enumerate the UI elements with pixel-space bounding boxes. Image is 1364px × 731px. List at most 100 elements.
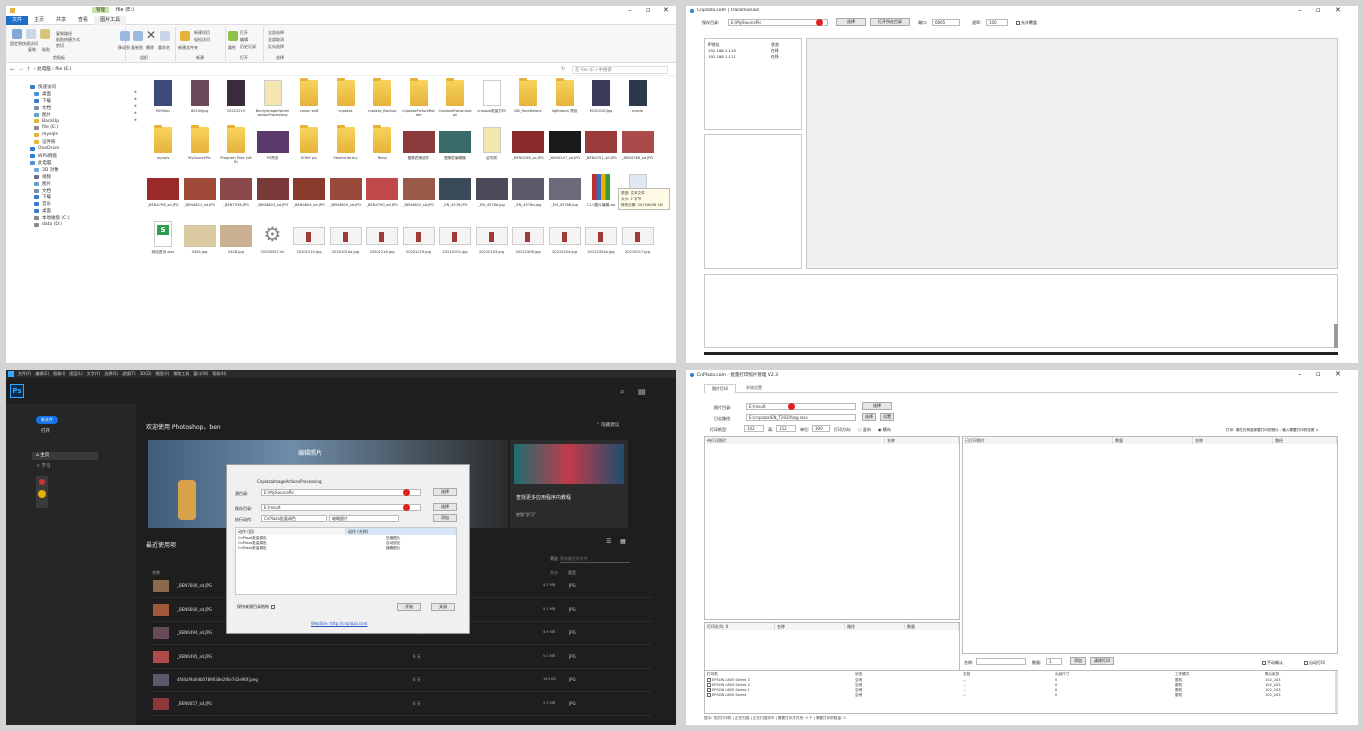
file-item[interactable]: 0426.jpg <box>183 221 217 265</box>
open-button[interactable]: 打开 <box>41 428 50 434</box>
log-set-button[interactable]: 设置 <box>880 413 894 421</box>
file-item[interactable]: _BEN4751_sd.JPG <box>584 127 618 171</box>
file-item[interactable]: _BEN4821_sd.JPG <box>183 174 217 218</box>
up-icon[interactable]: ↑ <box>26 66 31 73</box>
menu-item[interactable]: 文件(F) <box>18 370 31 378</box>
auto-print-option[interactable]: 自动打印 <box>1304 660 1325 666</box>
sidebar-item-learn[interactable]: ☼ 学习 <box>32 463 50 469</box>
speed-input[interactable]: 100 <box>986 19 1008 26</box>
paper-height-input[interactable]: 152 <box>776 425 796 432</box>
menu-item[interactable]: 窗口(W) <box>193 370 208 378</box>
printer-list-scrollbar[interactable] <box>1335 671 1338 713</box>
nav-item[interactable]: data (D:) <box>34 222 62 227</box>
file-item[interactable]: MySourcePic <box>183 125 217 171</box>
tab-file[interactable]: 文件 <box>6 15 29 25</box>
go-learn-link[interactable]: 转到"学习" <box>516 512 536 518</box>
back-icon[interactable]: ← <box>10 66 15 73</box>
nav-item[interactable]: 文档 <box>34 105 51 111</box>
minimize-icon[interactable]: – <box>628 6 632 14</box>
printer-row[interactable]: EPSON L805 Series <box>707 693 746 698</box>
action-group-cell[interactable]: CnPlaza批量调色 <box>238 546 267 551</box>
nav-item[interactable]: 本地磁盘 (C:) <box>34 215 70 221</box>
nav-item[interactable]: file (E:) <box>34 125 58 130</box>
grid-view-icon[interactable]: ▦ <box>620 538 626 545</box>
menu-item[interactable]: 帮助(H) <box>212 370 226 378</box>
invert-selection-label[interactable]: 反向选择 <box>268 44 284 50</box>
file-item[interactable]: 20201216.jpg <box>365 221 399 265</box>
filter-input[interactable]: 筛选最近的文件 <box>560 556 630 563</box>
menu-item[interactable]: 3D(D) <box>140 370 152 378</box>
file-item[interactable]: cnplaza <box>329 78 363 124</box>
pin-icon[interactable] <box>12 29 22 39</box>
nav-item[interactable]: 图片 <box>34 181 51 187</box>
nav-item[interactable]: OneDrive <box>30 146 59 151</box>
log-select-button[interactable]: 选择 <box>862 413 876 421</box>
properties-icon[interactable] <box>228 31 238 41</box>
file-item[interactable]: lightroom 预设 <box>548 78 582 124</box>
new-item-label[interactable]: 新建项目 <box>194 30 210 36</box>
src-input[interactable]: E:\MySourcePic <box>261 489 421 496</box>
paper-width-input[interactable]: 102 <box>744 425 764 432</box>
file-item[interactable]: _BEN4788_sd.JPG <box>621 127 655 171</box>
cut-label[interactable]: 剪切 <box>56 43 64 49</box>
menu-item[interactable]: 文字(Y) <box>87 370 101 378</box>
close-button[interactable]: 关闭 <box>431 603 455 611</box>
file-item[interactable]: _BEN0247_sd.JPG <box>548 127 582 171</box>
nav-item[interactable]: 文档 <box>34 188 51 194</box>
list-view-icon[interactable]: ☰ <box>606 538 611 545</box>
dst-select-button[interactable]: 选择 <box>433 503 457 511</box>
nav-item[interactable]: 桌面 <box>34 208 51 214</box>
file-item[interactable]: SONY pic <box>292 125 326 171</box>
file-item[interactable]: M100100jpg <box>584 80 618 124</box>
dpi-input[interactable]: 300 <box>812 425 830 432</box>
menu-item[interactable]: 编辑(E) <box>35 370 49 378</box>
file-item[interactable]: 20201219 <box>219 80 253 124</box>
file-item[interactable]: _BEN4790_sd.JPG <box>365 174 399 218</box>
file-item[interactable]: 80100jpg <box>183 80 217 124</box>
file-item[interactable]: _EN_4578B.jpg <box>548 174 582 218</box>
client-ip[interactable]: 192.168.1.111 <box>708 54 736 59</box>
hide-suggestions-link[interactable]: ⌃ 隐藏建议 <box>596 422 619 428</box>
minimize-icon[interactable]: – <box>1298 370 1302 378</box>
sidebar-item-home[interactable]: ⌂ 主页 <box>32 452 98 460</box>
file-item[interactable]: PS预设 <box>256 127 290 171</box>
file-item[interactable]: movie <box>621 80 655 124</box>
search-input[interactable]: 在 file (E:) 中搜索 <box>572 66 668 74</box>
file-item[interactable]: cnplaza_Backup <box>365 78 399 124</box>
file-item[interactable]: _BEN4798_sd.JPG <box>146 174 180 218</box>
file-item[interactable]: mysqls <box>146 125 180 171</box>
rename-icon[interactable] <box>160 31 170 41</box>
overwrite-option[interactable]: 允许覆盖 <box>1016 20 1037 26</box>
nav-item[interactable]: 音乐 <box>34 201 51 207</box>
file-item[interactable]: 0428.jpg <box>219 221 253 265</box>
file-item[interactable]: canon soft <box>292 78 326 124</box>
file-item[interactable]: 20210308.jpg <box>511 221 545 265</box>
tab-picture-tools[interactable]: 图片工具 <box>94 15 127 25</box>
keep-structure-option[interactable]: 保持来源目录结构 <box>237 604 276 610</box>
tab-settings[interactable]: 系统设置 <box>738 384 770 393</box>
nav-item[interactable]: 此电脑 <box>30 160 52 166</box>
add-action-button[interactable]: 添加 <box>433 514 457 522</box>
tutorial-card[interactable]: 查找更多应用程序内教程 转到"学习" <box>510 440 628 528</box>
manual-confirm-checkbox[interactable] <box>1262 661 1266 665</box>
nav-item[interactable]: 图片 <box>34 112 51 118</box>
manual-confirm-option[interactable]: 手动确认 <box>1262 660 1283 666</box>
file-item[interactable]: 图像匠编辑器 <box>438 127 472 171</box>
copy-icon[interactable] <box>26 29 36 39</box>
printer-checkbox[interactable] <box>707 678 711 682</box>
paste-icon[interactable] <box>40 29 50 39</box>
file-item[interactable]: _BEN7536.JPG <box>219 174 253 218</box>
move-to-icon[interactable] <box>120 31 130 41</box>
file-item[interactable]: DB_FaceDetect <box>511 78 545 124</box>
close-icon[interactable]: ✕ <box>1335 6 1341 14</box>
file-item[interactable]: 20210103.jpg <box>475 221 509 265</box>
action-name-select[interactable]: 缩略图片 <box>329 515 399 522</box>
maximize-icon[interactable]: ▫ <box>646 6 651 14</box>
menu-item[interactable]: 视图(V) <box>155 370 169 378</box>
menu-item[interactable]: 增效工具 <box>173 370 189 378</box>
minimize-icon[interactable]: – <box>1298 6 1302 14</box>
nav-item[interactable]: BackUp <box>34 119 59 124</box>
file-item[interactable]: 证件照 <box>475 127 509 171</box>
search-icon[interactable]: ⌕ <box>620 387 624 397</box>
file-item[interactable]: 11.0图片编辑.zip <box>584 174 618 218</box>
